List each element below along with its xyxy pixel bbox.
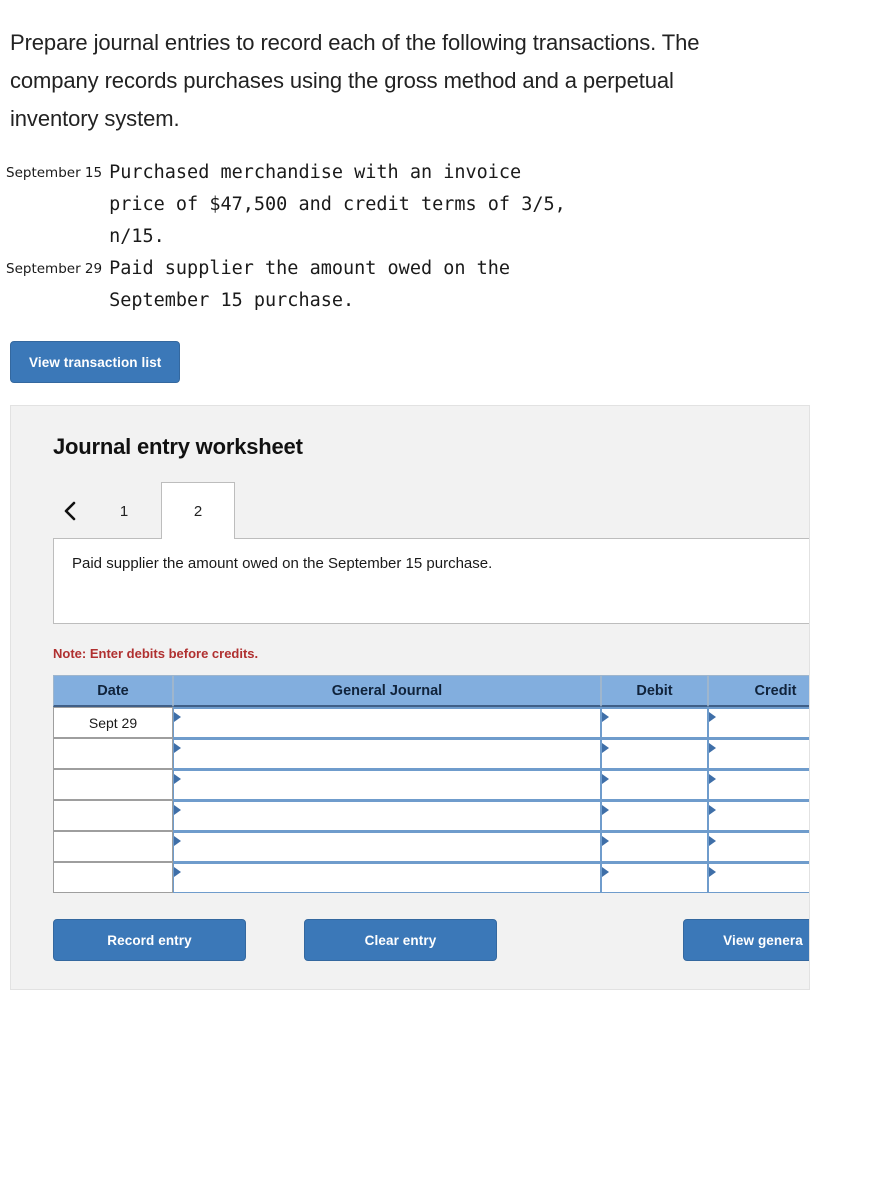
date-input-0[interactable]: Sept 29 bbox=[53, 707, 173, 739]
dropdown-marker-icon bbox=[602, 805, 609, 816]
debit-input-4[interactable] bbox=[601, 831, 708, 863]
table-header-row: Date General Journal Debit Credit bbox=[53, 675, 809, 708]
view-general-journal-button[interactable]: View genera bbox=[683, 919, 809, 962]
dropdown-marker-icon bbox=[709, 712, 716, 723]
dropdown-marker-icon bbox=[602, 836, 609, 847]
debit-input-0[interactable] bbox=[601, 707, 708, 739]
dropdown-marker-icon bbox=[174, 836, 181, 847]
credit-input-4[interactable] bbox=[708, 831, 809, 863]
dropdown-marker-icon bbox=[709, 867, 716, 878]
dropdown-marker-icon bbox=[174, 867, 181, 878]
transaction-date: September 29 bbox=[6, 261, 103, 278]
journal-table: Date General Journal Debit Credit Sept 2… bbox=[53, 675, 809, 894]
credit-input-5[interactable] bbox=[708, 862, 809, 894]
table-row bbox=[53, 738, 809, 770]
journal-table-wrapper: Date General Journal Debit Credit Sept 2… bbox=[53, 675, 809, 894]
dropdown-marker-icon bbox=[174, 774, 181, 785]
tab-2[interactable]: 2 bbox=[161, 482, 235, 540]
debits-before-credits-note: Note: Enter debits before credits. bbox=[53, 646, 259, 662]
transaction-item: September 15 Purchased merchandise with … bbox=[6, 157, 881, 253]
dropdown-marker-icon bbox=[709, 836, 716, 847]
dropdown-marker-icon bbox=[602, 867, 609, 878]
table-row bbox=[53, 800, 809, 832]
column-header-general-journal: General Journal bbox=[173, 675, 601, 708]
dropdown-marker-icon bbox=[174, 805, 181, 816]
table-row bbox=[53, 769, 809, 801]
date-input-3[interactable] bbox=[53, 800, 173, 832]
worksheet-title: Journal entry worksheet bbox=[53, 434, 303, 460]
transaction-date: September 15 bbox=[6, 165, 103, 182]
column-header-debit: Debit bbox=[601, 675, 708, 708]
date-input-1[interactable] bbox=[53, 738, 173, 770]
tab-1[interactable]: 1 bbox=[87, 482, 161, 539]
debit-input-1[interactable] bbox=[601, 738, 708, 770]
chevron-left-icon[interactable] bbox=[53, 482, 87, 539]
debit-input-5[interactable] bbox=[601, 862, 708, 894]
credit-input-2[interactable] bbox=[708, 769, 809, 801]
column-header-credit: Credit bbox=[708, 675, 809, 708]
table-row: Sept 29 bbox=[53, 707, 809, 739]
account-select-2[interactable] bbox=[173, 769, 601, 801]
credit-input-3[interactable] bbox=[708, 800, 809, 832]
dropdown-marker-icon bbox=[174, 743, 181, 754]
date-input-5[interactable] bbox=[53, 862, 173, 894]
record-entry-button[interactable]: Record entry bbox=[53, 919, 246, 962]
column-header-date: Date bbox=[53, 675, 173, 708]
worksheet-tabs: 1 2 bbox=[11, 482, 809, 540]
journal-entry-worksheet-panel: Journal entry worksheet 1 2 Paid supplie… bbox=[10, 405, 810, 991]
debit-input-3[interactable] bbox=[601, 800, 708, 832]
dropdown-marker-icon bbox=[709, 774, 716, 785]
dropdown-marker-icon bbox=[602, 774, 609, 785]
dropdown-marker-icon bbox=[709, 805, 716, 816]
question-prompt: Prepare journal entries to record each o… bbox=[10, 30, 700, 131]
dropdown-marker-icon bbox=[174, 712, 181, 723]
table-row bbox=[53, 862, 809, 894]
account-select-0[interactable] bbox=[173, 707, 601, 739]
transaction-description: Paid supplier the amount owed on the Sep… bbox=[109, 258, 511, 312]
credit-input-1[interactable] bbox=[708, 738, 809, 770]
transaction-description: Purchased merchandise with an invoice pr… bbox=[109, 162, 566, 248]
dropdown-marker-icon bbox=[602, 743, 609, 754]
dropdown-marker-icon bbox=[602, 712, 609, 723]
view-transaction-list-button[interactable]: View transaction list bbox=[10, 341, 181, 384]
account-select-1[interactable] bbox=[173, 738, 601, 770]
transaction-item: September 29 Paid supplier the amount ow… bbox=[6, 253, 881, 317]
date-input-4[interactable] bbox=[53, 831, 173, 863]
date-input-2[interactable] bbox=[53, 769, 173, 801]
credit-input-0[interactable] bbox=[708, 707, 809, 739]
transaction-list: September 15 Purchased merchandise with … bbox=[0, 157, 881, 317]
active-transaction-description: Paid supplier the amount owed on the Sep… bbox=[53, 538, 809, 625]
account-select-4[interactable] bbox=[173, 831, 601, 863]
debit-input-2[interactable] bbox=[601, 769, 708, 801]
account-select-3[interactable] bbox=[173, 800, 601, 832]
account-select-5[interactable] bbox=[173, 862, 601, 894]
dropdown-marker-icon bbox=[709, 743, 716, 754]
table-row bbox=[53, 831, 809, 863]
clear-entry-button[interactable]: Clear entry bbox=[304, 919, 497, 962]
worksheet-actions: Record entry Clear entry View genera bbox=[53, 919, 809, 962]
